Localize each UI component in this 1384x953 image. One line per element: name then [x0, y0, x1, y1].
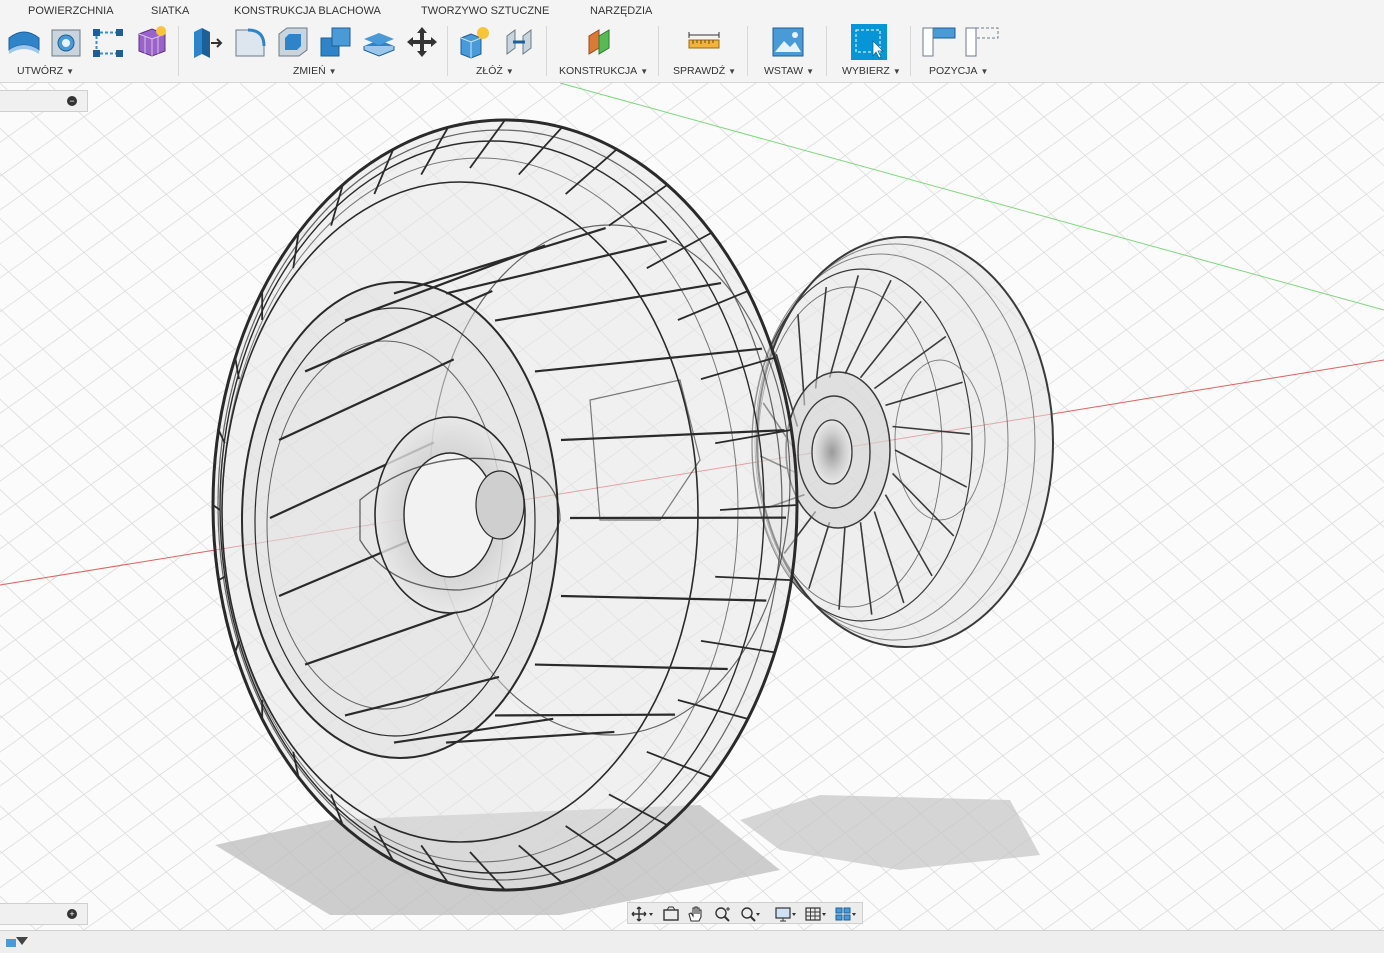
form-icon[interactable]	[134, 24, 170, 60]
toolbar-ribbon: POWIERZCHNIA SIATKA KONSTRUKCJA BLACHOWA…	[0, 0, 1384, 83]
look-at-icon[interactable]	[660, 905, 684, 923]
small-wheel	[752, 237, 1053, 647]
tab-tools[interactable]: NARZĘDZIA	[590, 5, 652, 17]
tab-plastic[interactable]: TWORZYWO SZTUCZNE	[421, 5, 549, 17]
shell-icon[interactable]	[275, 24, 311, 60]
extrude-surface-icon[interactable]	[6, 24, 42, 60]
comments-panel-collapsed[interactable]: +	[0, 903, 88, 925]
tab-surface[interactable]: POWIERZCHNIA	[28, 5, 114, 17]
insert-image-icon[interactable]	[770, 24, 806, 60]
joint-icon[interactable]	[501, 24, 537, 60]
separator	[546, 26, 547, 76]
move-icon[interactable]	[404, 24, 440, 60]
fit-icon[interactable]	[737, 905, 761, 923]
zoom-icon[interactable]	[711, 905, 735, 923]
browser-panel-collapsed[interactable]: −	[0, 90, 88, 112]
timeline-marker-icon[interactable]	[2, 933, 32, 953]
offset-face-icon[interactable]	[361, 24, 397, 60]
canvas-viewport[interactable]: − +	[0, 83, 1384, 930]
measure-icon[interactable]	[686, 24, 722, 60]
revert-position-icon[interactable]	[964, 24, 1000, 60]
group-select[interactable]: WYBIERZ▼	[842, 65, 901, 77]
select-icon[interactable]	[851, 24, 887, 60]
separator	[826, 26, 827, 76]
separator	[447, 26, 448, 76]
orbit-icon[interactable]	[630, 905, 654, 923]
sketch-network-icon[interactable]	[90, 24, 126, 60]
group-modify[interactable]: ZMIEŃ▼	[293, 65, 337, 77]
fillet-icon[interactable]	[232, 24, 268, 60]
group-construct[interactable]: KONSTRUKCJA▼	[559, 65, 648, 77]
scene-render	[0, 83, 1384, 930]
group-position[interactable]: POZYCJA▼	[929, 65, 988, 77]
separator	[178, 26, 179, 76]
collapse-button[interactable]: −	[67, 96, 77, 106]
new-component-icon[interactable]	[457, 24, 493, 60]
combine-icon[interactable]	[318, 24, 354, 60]
press-pull-icon[interactable]	[188, 24, 224, 60]
navigation-bar	[627, 902, 863, 924]
status-bar	[0, 930, 1384, 953]
separator	[747, 26, 748, 76]
display-settings-icon[interactable]	[773, 905, 797, 923]
group-inspect[interactable]: SPRAWDŹ▼	[673, 65, 736, 77]
tab-sheet-metal[interactable]: KONSTRUKCJA BLACHOWA	[234, 5, 381, 17]
group-assemble[interactable]: ZŁÓŻ▼	[476, 65, 514, 77]
patch-icon[interactable]	[48, 24, 84, 60]
pan-icon[interactable]	[685, 905, 709, 923]
viewports-icon[interactable]	[833, 905, 857, 923]
grid-settings-icon[interactable]	[803, 905, 827, 923]
tab-mesh[interactable]: SIATKA	[151, 5, 189, 17]
capture-position-icon[interactable]	[921, 24, 957, 60]
small-wheel-shadow	[740, 795, 1040, 870]
separator	[910, 26, 911, 76]
separator	[658, 26, 659, 76]
expand-button[interactable]: +	[67, 909, 77, 919]
group-create[interactable]: UTWÓRZ▼	[17, 65, 74, 77]
large-wheel	[213, 120, 797, 890]
offset-plane-icon[interactable]	[585, 24, 621, 60]
group-insert[interactable]: WSTAW▼	[764, 65, 814, 77]
